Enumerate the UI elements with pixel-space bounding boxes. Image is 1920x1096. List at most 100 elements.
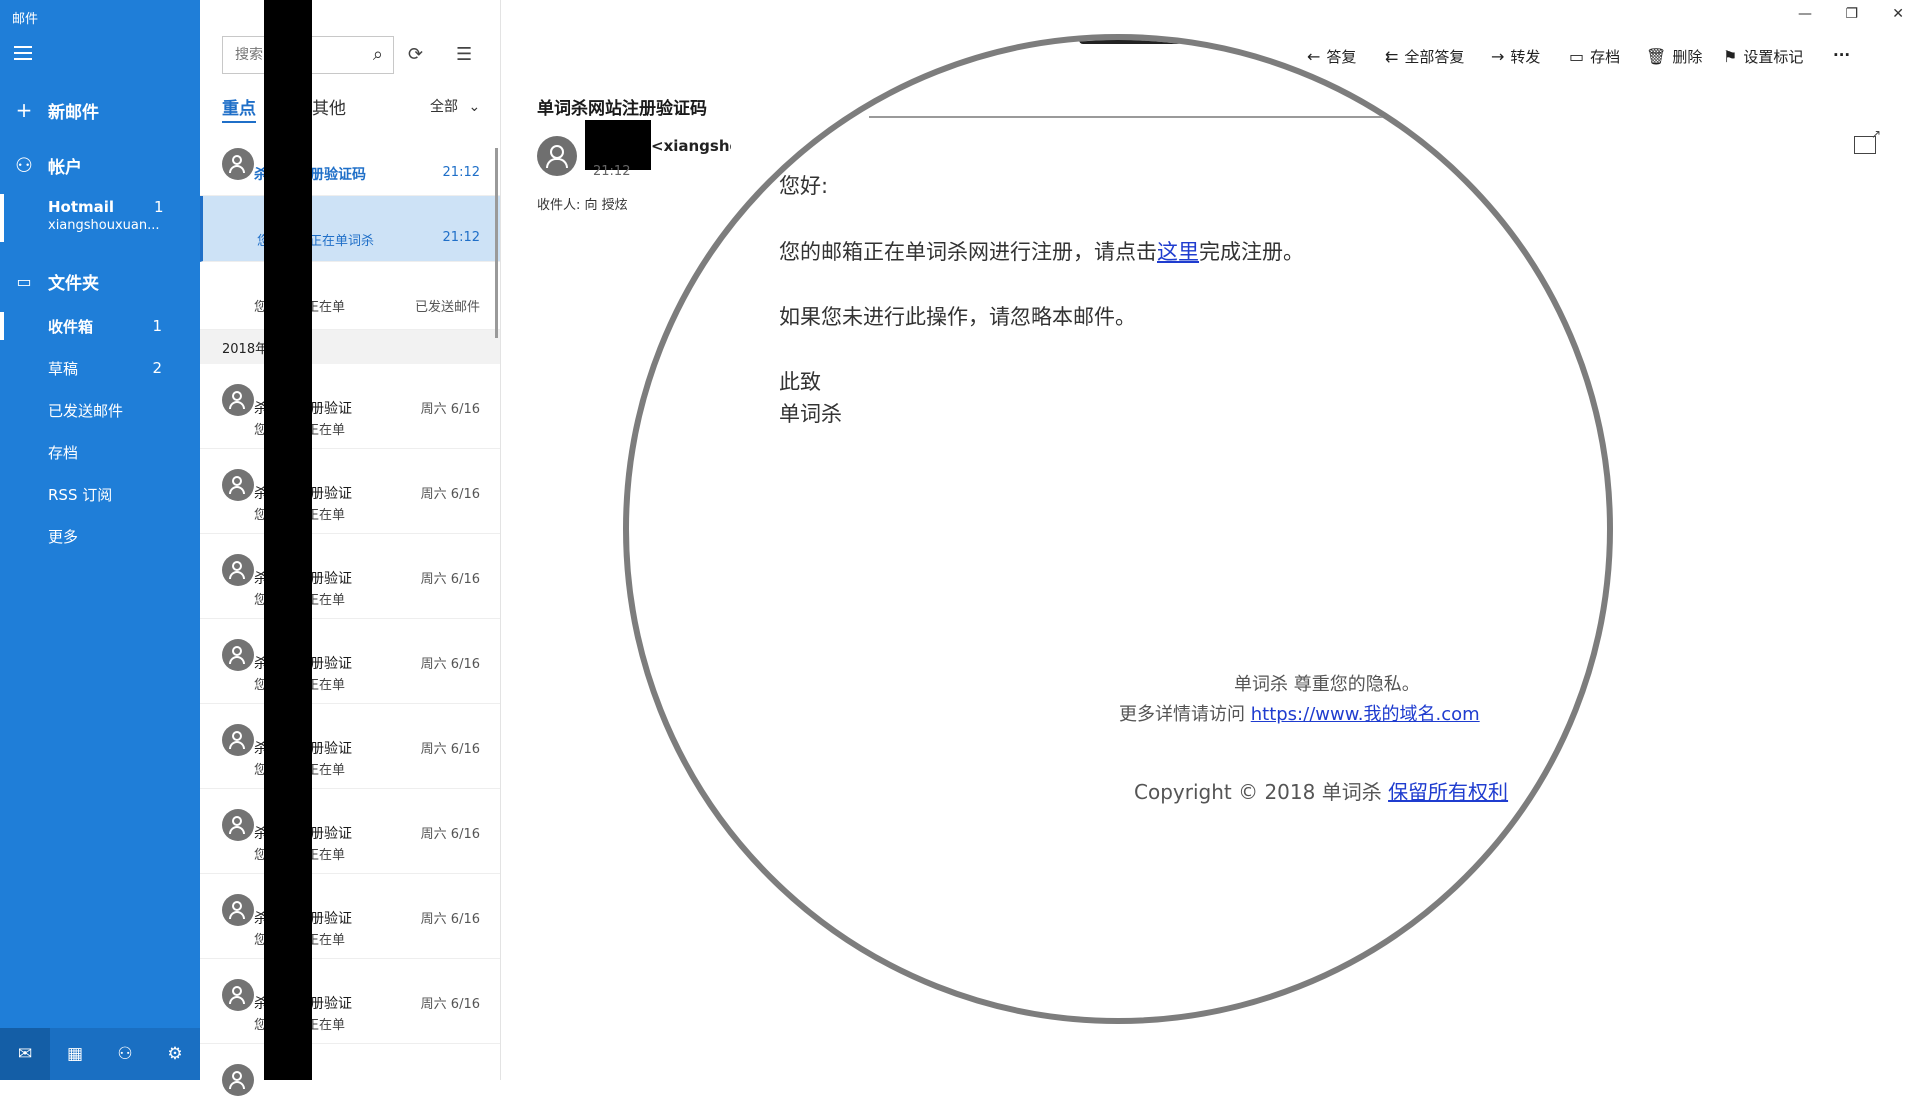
reply-all-icon: ⇇ <box>1385 47 1399 66</box>
avatar-icon <box>222 724 254 756</box>
reading-pane: — ❐ ✕ ← 答复 ⇇ 全部答复 → 转发 ▭ 存档 🗑 删除 ⚑ 设置标记 ··· 单词… <box>501 0 1920 1080</box>
account-hotmail[interactable]: Hotmail 1 xiangshouxuan... <box>0 190 200 242</box>
folders-label: 文件夹 <box>48 273 99 294</box>
sender-email[interactable]: <xiangshouxuan@ho <box>651 137 731 155</box>
list-item[interactable]: 杀网站注册验证 周六 6/16 您的邮箱正在单 <box>200 789 500 874</box>
avatar-icon <box>222 148 254 180</box>
folder-label: 存档 <box>48 443 79 462</box>
folder-label: 更多 <box>48 527 79 546</box>
chevron-down-icon: ⌄ <box>468 99 481 115</box>
message-time: 21:12 <box>442 230 480 245</box>
message-time: 周六 6/16 <box>420 657 480 672</box>
body-line-register: 您的邮箱正在单词杀网进行注册，请点击这里完成注册。 <box>779 236 1304 266</box>
archive-label: 存档 <box>1590 48 1621 66</box>
filter-dropdown[interactable]: 全部 ⌄ <box>430 96 480 116</box>
sender-name-redaction <box>585 120 651 170</box>
search-icon[interactable]: ⌕ <box>373 44 383 65</box>
inbox-tabs: 重点 其他 <box>222 94 346 123</box>
message-folder-tag: 已发送邮件 <box>414 300 480 315</box>
list-item[interactable]: 杀网站注册验证 周六 6/16 您的邮箱正在单 <box>200 959 500 1044</box>
calendar-icon[interactable]: ▦ <box>50 1028 100 1080</box>
reply-button[interactable]: ← 答复 <box>1307 46 1356 67</box>
list-item[interactable]: 杀网站注册验证 周六 6/16 您的邮箱正在单 <box>200 364 500 449</box>
selection-mode-icon[interactable]: ☰ <box>456 44 472 65</box>
list-item[interactable]: 杀网站注册验证 周六 6/16 您的邮箱正在单 <box>200 534 500 619</box>
app-switcher: ✉ ▦ ⚇ ⚙ <box>0 1028 200 1080</box>
message-time: 周六 6/16 <box>420 827 480 842</box>
date-group-header: 2018年 <box>200 330 500 364</box>
list-item[interactable] <box>200 1044 500 1096</box>
list-item[interactable]: 您的邮箱正在单 已发送邮件 <box>200 262 500 330</box>
new-mail-button[interactable]: + 新邮件 <box>0 92 200 128</box>
restore-icon[interactable]: ❐ <box>1845 6 1858 22</box>
archive-button[interactable]: ▭ 存档 <box>1569 46 1620 67</box>
list-item[interactable]: 杀网站注册验证码 21:12 <box>200 132 500 196</box>
body-signature: 单词杀 <box>779 402 842 426</box>
folder-more[interactable]: 更多 <box>0 516 200 556</box>
list-item[interactable]: 杀网站注册验证 周六 6/16 您的邮箱正在单 <box>200 619 500 704</box>
tab-other[interactable]: 其他 <box>312 94 346 119</box>
close-icon[interactable]: ✕ <box>1892 6 1904 22</box>
accounts-label: 帐户 <box>48 157 82 178</box>
message-time: 周六 6/16 <box>420 997 480 1012</box>
list-item-selected[interactable]: 您的邮箱正在单词杀 21:12 <box>200 196 500 262</box>
register-link[interactable]: 这里 <box>1157 240 1199 264</box>
folder-label: 已发送邮件 <box>48 401 124 420</box>
message-time: 周六 6/16 <box>420 742 480 757</box>
flag-label: 设置标记 <box>1743 48 1804 66</box>
folder-label: 收件箱 <box>48 317 94 336</box>
new-mail-label: 新邮件 <box>48 102 99 123</box>
folder-rss[interactable]: RSS 订阅 <box>0 474 200 514</box>
list-scrollbar[interactable] <box>495 148 498 338</box>
more-actions-button[interactable]: ··· <box>1833 46 1850 64</box>
forward-button[interactable]: → 转发 <box>1491 46 1540 67</box>
footer-details: 更多详情请访问 https://www.我的域名.com <box>1119 700 1480 726</box>
avatar-icon <box>222 894 254 926</box>
folder-archive[interactable]: 存档 <box>0 432 200 472</box>
folder-inbox[interactable]: 收件箱 1 <box>0 306 200 346</box>
folder-label: 草稿 <box>48 359 79 378</box>
folder-icon: ▭ <box>16 271 32 291</box>
message-list-pane: ⌕ ⟳ ☰ 重点 其他 全部 ⌄ 杀网站注册验证码 21:12 您的邮箱正在单词… <box>200 0 501 1096</box>
magnified-message-body: 您好: 您的邮箱正在单词杀网进行注册，请点击这里完成注册。 如果您未进行此操作，… <box>623 34 1613 1024</box>
recipients-line[interactable]: 收件人: 向 授炫 <box>537 194 628 213</box>
message-time: 21:12 <box>442 165 480 180</box>
accounts-header[interactable]: ⚇ 帐户 <box>0 150 200 180</box>
list-item[interactable]: 杀网站注册验证 周六 6/16 您的邮箱正在单 <box>200 874 500 959</box>
sync-icon[interactable]: ⟳ <box>408 44 423 65</box>
folder-drafts[interactable]: 草稿 2 <box>0 348 200 388</box>
avatar-icon <box>222 554 254 586</box>
list-item[interactable]: 杀网站注册验证 周六 6/16 您的邮箱正在单 <box>200 449 500 534</box>
reply-all-button[interactable]: ⇇ 全部答复 <box>1385 46 1464 67</box>
folder-count: 1 <box>152 317 162 335</box>
minimize-icon[interactable]: — <box>1798 6 1812 22</box>
account-email: xiangshouxuan... <box>48 218 160 233</box>
tab-focused[interactable]: 重点 <box>222 99 256 123</box>
mail-icon[interactable]: ✉ <box>0 1028 50 1080</box>
website-link[interactable]: https://www.我的域名.com <box>1251 704 1480 725</box>
reply-arrow-icon: ← <box>1307 47 1321 66</box>
open-in-new-window-icon[interactable] <box>1854 127 1881 154</box>
hamburger-menu-icon[interactable] <box>14 46 32 60</box>
footer-text: Copyright © 2018 单词杀 <box>1134 780 1389 804</box>
forward-label: 转发 <box>1510 48 1541 66</box>
delete-button[interactable]: 🗑 删除 <box>1646 46 1702 67</box>
people-icon[interactable]: ⚇ <box>100 1028 150 1080</box>
flag-button[interactable]: ⚑ 设置标记 <box>1723 46 1803 67</box>
message-time: 周六 6/16 <box>420 487 480 502</box>
list-item[interactable]: 杀网站注册验证 周六 6/16 您的邮箱正在单 <box>200 704 500 789</box>
account-unread-count: 1 <box>154 198 164 216</box>
body-line-ignore: 如果您未进行此操作，请忽略本邮件。 <box>779 305 1136 329</box>
avatar-icon <box>222 384 254 416</box>
reply-label: 答复 <box>1326 48 1357 66</box>
reply-all-label: 全部答复 <box>1404 48 1465 66</box>
header-divider <box>869 116 1409 118</box>
folder-sent[interactable]: 已发送邮件 <box>0 390 200 430</box>
forward-arrow-icon: → <box>1491 47 1505 66</box>
body-sign-off: 此致 <box>779 370 821 394</box>
avatar-icon <box>222 1064 254 1096</box>
settings-gear-icon[interactable]: ⚙ <box>150 1028 200 1080</box>
rights-link[interactable]: 保留所有权利 <box>1388 780 1508 804</box>
body-text: 您的邮箱正在单词杀网进行注册，请点击 <box>779 240 1157 264</box>
folders-header[interactable]: ▭ 文件夹 <box>0 266 200 296</box>
